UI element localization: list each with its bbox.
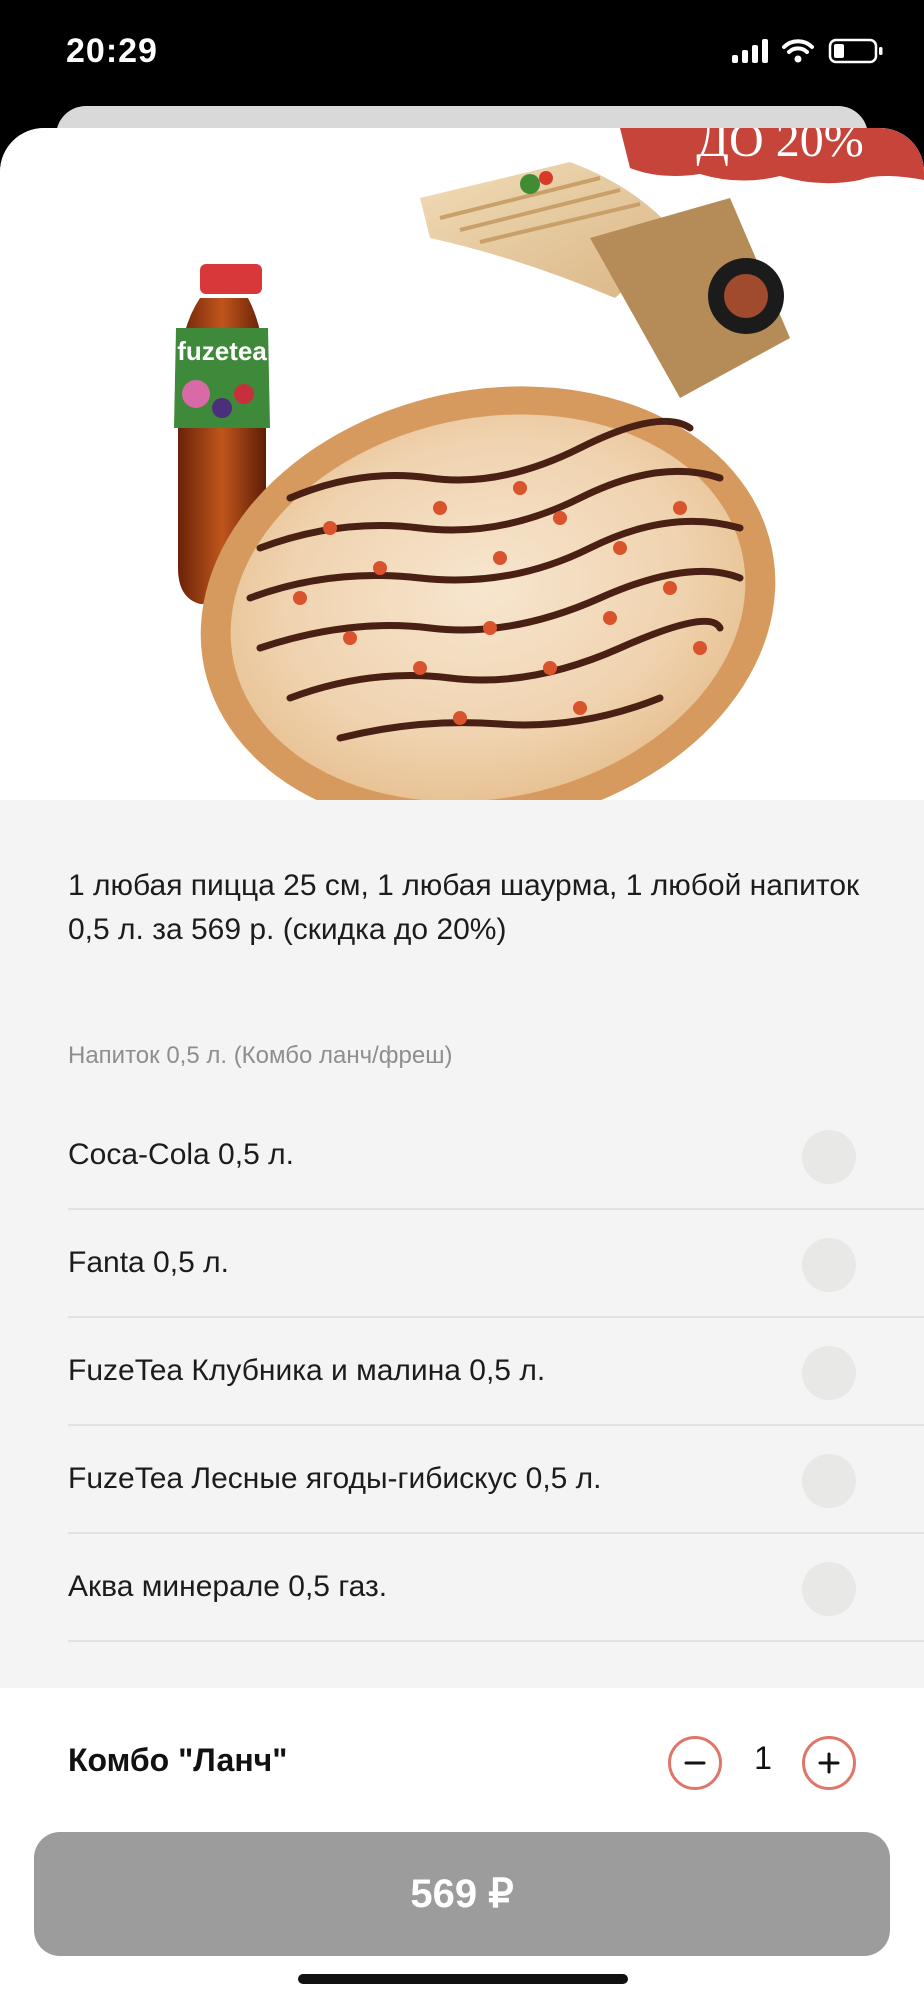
option-label: FuzeTea Клубника и малина 0,5 л. bbox=[68, 1354, 546, 1387]
product-name: Комбо "Ланч" bbox=[68, 1742, 288, 1778]
shawarma-icon bbox=[420, 162, 790, 398]
option-label: Аква минерале 0,5 газ. bbox=[68, 1570, 388, 1603]
radio-button[interactable] bbox=[802, 1238, 856, 1292]
option-fanta[interactable]: Fanta 0,5 л. bbox=[68, 1210, 924, 1318]
option-aqua-minerale[interactable]: Аква минерале 0,5 газ. bbox=[68, 1534, 924, 1642]
quantity-value: 1 bbox=[754, 1740, 772, 1776]
radio-button[interactable] bbox=[802, 1130, 856, 1184]
price-label: 569 ₽ bbox=[410, 1872, 514, 1916]
product-description: 1 любая пицца 25 см, 1 любая шаурма, 1 л… bbox=[68, 869, 860, 946]
product-image: ДО 20% fuzetea bbox=[0, 128, 924, 800]
plus-icon bbox=[818, 1752, 840, 1774]
drink-options-list: Coca-Cola 0,5 л. Fanta 0,5 л. FuzeTea Кл… bbox=[68, 1102, 924, 1642]
combo-illustration: ДО 20% fuzetea bbox=[174, 128, 924, 800]
bottom-panel: Комбо "Ланч" 1 569 ₽ bbox=[0, 1688, 924, 2000]
status-icons bbox=[732, 38, 884, 64]
cellular-signal-icon bbox=[732, 39, 768, 63]
home-indicator[interactable] bbox=[298, 1974, 628, 1984]
decrease-quantity-button[interactable] bbox=[668, 1736, 722, 1790]
battery-icon bbox=[828, 38, 883, 64]
status-bar: 20:29 bbox=[0, 0, 924, 110]
option-label: Coca-Cola 0,5 л. bbox=[68, 1138, 294, 1171]
increase-quantity-button[interactable] bbox=[802, 1736, 856, 1790]
radio-button[interactable] bbox=[802, 1454, 856, 1508]
option-coca-cola[interactable]: Coca-Cola 0,5 л. bbox=[68, 1102, 924, 1210]
option-fuzetea-berries[interactable]: FuzeTea Лесные ягоды-гибискус 0,5 л. bbox=[68, 1426, 924, 1534]
add-to-cart-button[interactable]: 569 ₽ bbox=[34, 1832, 890, 1956]
option-label: Fanta 0,5 л. bbox=[68, 1246, 229, 1279]
wifi-icon bbox=[782, 39, 814, 63]
radio-button[interactable] bbox=[802, 1346, 856, 1400]
bottle-label: fuzetea bbox=[177, 336, 267, 366]
minus-icon bbox=[684, 1761, 706, 1765]
option-fuzetea-strawberry[interactable]: FuzeTea Клубника и малина 0,5 л. bbox=[68, 1318, 924, 1426]
status-time: 20:29 bbox=[66, 32, 158, 70]
discount-badge: ДО 20% bbox=[696, 128, 863, 167]
option-label: FuzeTea Лесные ягоды-гибискус 0,5 л. bbox=[68, 1462, 602, 1495]
radio-button[interactable] bbox=[802, 1562, 856, 1616]
options-group-title: Напиток 0,5 л. (Комбо ланч/фреш) bbox=[68, 1042, 453, 1069]
